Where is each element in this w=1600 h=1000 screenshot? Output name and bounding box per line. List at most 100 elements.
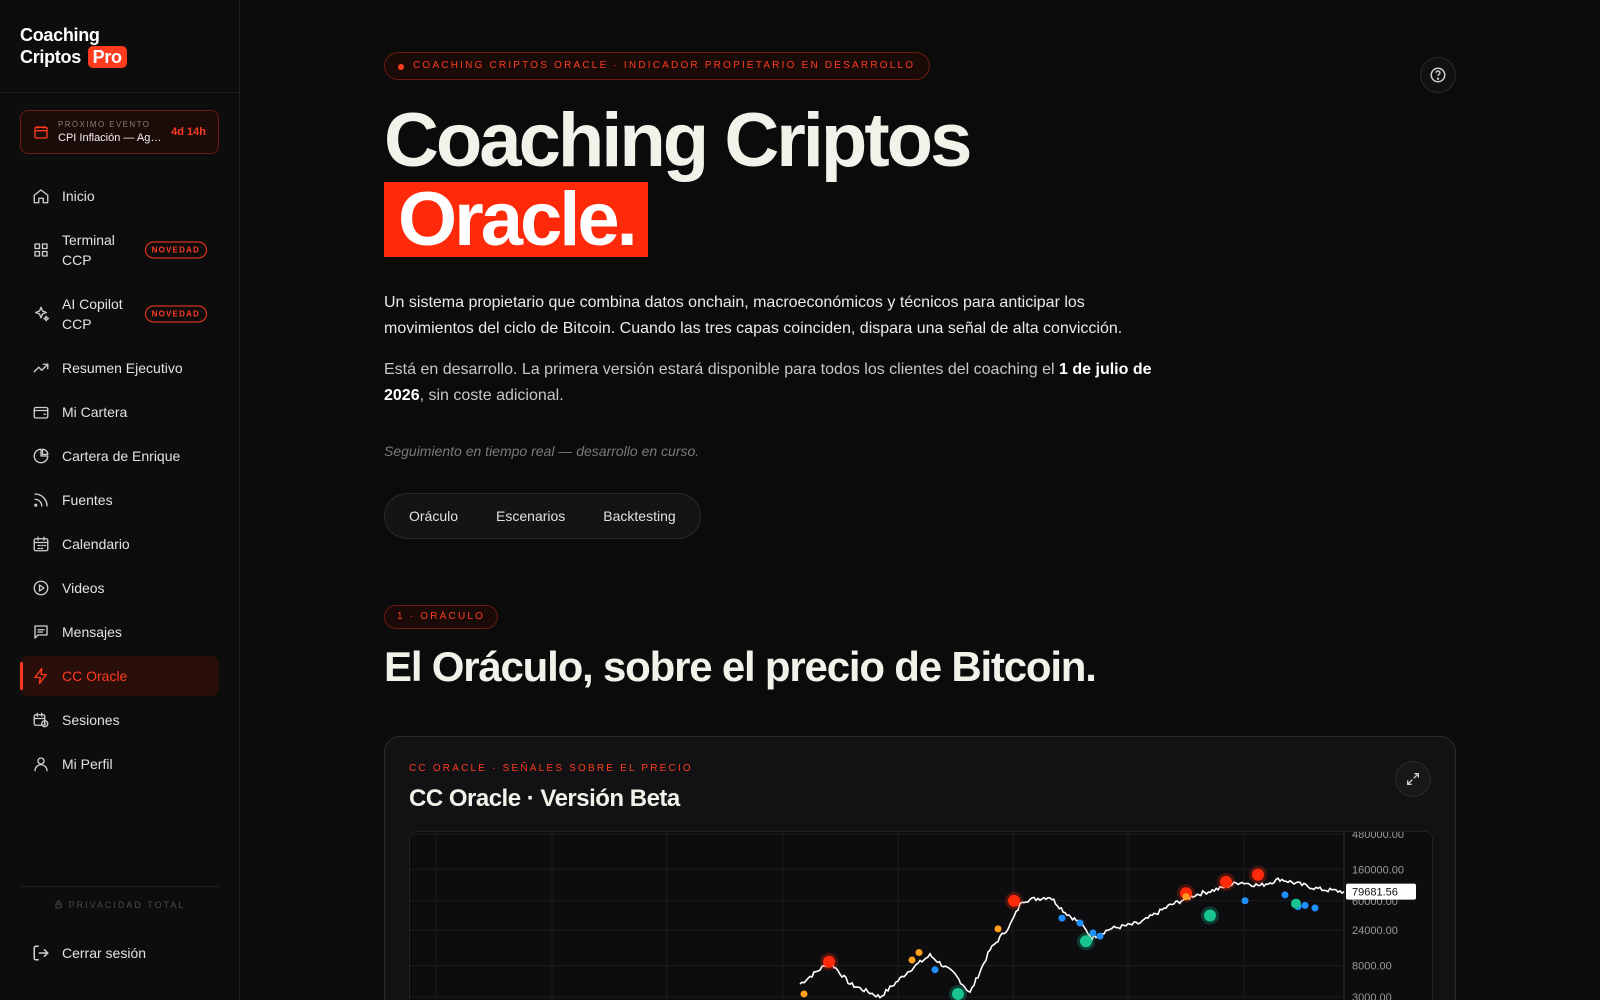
brand-logo[interactable]: Coaching Criptos Pro [20,24,127,68]
page-title-highlight: Oracle. [384,182,648,258]
next-event-label: PRÓXIMO EVENTO [58,120,151,129]
sidebar-item-terminal-ccp[interactable]: Terminal CCP NOVEDAD [20,220,219,280]
sidebar-item-ai-copilot-ccp[interactable]: AI Copilot CCP NOVEDAD [20,284,219,344]
logout-button[interactable]: Cerrar sesión [32,944,146,962]
signal-marker-green[interactable] [1080,935,1092,948]
signal-marker-green[interactable] [952,987,964,1000]
signal-marker-red[interactable] [823,955,835,968]
sidebar-item-label: Mensajes [62,624,122,640]
tab-escenarios[interactable]: Escenarios [482,494,579,538]
sparkles-icon [35,306,50,322]
logout-icon [33,945,49,961]
signal-marker-blue[interactable] [931,966,939,974]
signal-marker-green[interactable] [1291,898,1301,909]
logout-label: Cerrar sesión [62,945,147,961]
sidebar-item-label: Cartera de Enrique [62,448,181,464]
signal-marker-orange[interactable] [994,925,1002,933]
signal-marker-green[interactable] [1204,909,1216,922]
privacy-label: PRIVACIDAD TOTAL [20,900,219,910]
sidebar-item-videos[interactable]: Videos [20,568,219,608]
oracle-chart-card: CC ORACLE · SEÑALES SOBRE EL PRECIO CC O… [384,736,1456,1000]
sidebar-item-label: Terminal CCP [62,232,115,268]
signal-marker-blue[interactable] [1058,914,1066,922]
divider [20,886,219,887]
y-tick-label: 8000.00 [1352,960,1392,972]
divider [0,92,240,93]
privacy-text: PRIVACIDAD TOTAL [68,900,186,910]
expand-icon [1407,773,1419,785]
signal-marker-orange[interactable] [1182,893,1190,901]
expand-button[interactable] [1395,761,1431,797]
help-button[interactable] [1420,57,1456,93]
sidebar-item-mi-perfil[interactable]: Mi Perfil [20,744,219,784]
sidebar-item-label: Mi Cartera [62,404,128,420]
signal-marker-blue[interactable] [1096,932,1104,940]
y-tick-label: 3000.00 [1352,992,1392,1000]
sidebar-item-label: Mi Perfil [62,756,113,772]
rss-icon [34,493,48,507]
signal-marker-blue[interactable] [1281,891,1289,899]
tab-oraculo[interactable]: Oráculo [395,494,472,538]
price-line [799,877,1345,999]
next-event-countdown: 4d 14h [171,126,206,138]
brand-pro-badge: Pro [87,46,127,68]
sidebar-item-label: CC Oracle [62,668,128,684]
sidebar-item-label: Inicio [62,188,95,204]
availability-text-end: , sin coste adicional. [419,387,564,404]
sidebar-item-sesiones[interactable]: Sesiones [20,700,219,740]
user-icon [34,757,48,772]
grid-icon [34,243,48,257]
sidebar-item-label: Resumen Ejecutivo [62,360,183,376]
page-title: Coaching Criptos [384,98,972,183]
y-tick-label: 160000.00 [1352,864,1404,876]
signal-marker-red[interactable] [1220,875,1232,888]
sidebar-item-inicio[interactable]: Inicio [20,176,219,216]
card-caption: CC ORACLE · SEÑALES SOBRE EL PRECIO [409,763,693,774]
card-title: CC Oracle · Versión Beta [409,785,680,812]
sidebar-item-label: Videos [62,580,105,596]
sidebar-item-label: Fuentes [62,492,113,508]
sidebar-item-mi-cartera[interactable]: Mi Cartera [20,392,219,432]
y-tick-label: 24000.00 [1352,925,1398,937]
sidebar-item-fuentes[interactable]: Fuentes [20,480,219,520]
y-tick-label: 480000.00 [1352,832,1404,841]
pie-chart-icon [33,448,49,464]
sidebar-item-calendario[interactable]: Calendario [20,524,219,564]
signal-marker-red[interactable] [1252,868,1264,881]
wallet-icon [33,406,49,419]
signal-marker-blue[interactable] [1311,904,1319,912]
sidebar: Coaching Criptos Pro PRÓXIMO EVENTO CPI … [0,0,240,1000]
section-pill: 1 · ORÁCULO [384,605,499,629]
signal-marker-blue[interactable] [1076,919,1084,927]
signal-marker-blue[interactable] [1301,901,1309,909]
sidebar-item-resumen-ejecutivo[interactable]: Resumen Ejecutivo [20,348,219,388]
new-badge: NOVEDAD [144,241,207,259]
hero-availability: Está en desarrollo. La primera versión e… [384,357,1164,409]
trending-up-icon [33,363,49,373]
play-circle-icon [33,580,49,596]
signal-marker-orange[interactable] [915,948,923,956]
zap-icon [34,667,47,685]
price-chart[interactable]: 480000.00 160000.00 60000.00 24000.00 8000.0… [409,831,1433,1000]
signal-marker-orange[interactable] [800,990,808,998]
help-circle-icon [1430,67,1446,83]
sidebar-item-label: Calendario [62,536,130,552]
calendar-clock-icon [33,712,49,728]
sidebar-item-cc-oracle[interactable]: CC Oracle [20,656,219,696]
signal-marker-red[interactable] [1008,894,1020,907]
sidebar-item-label: Sesiones [62,712,120,728]
brand-line1: Coaching [20,25,100,45]
section-title: El Oráculo, sobre el precio de Bitcoin. [384,643,1097,690]
tab-backtesting[interactable]: Backtesting [589,494,689,538]
price-chart-svg: 480000.00160000.0060000.0024000.008000.0… [410,832,1416,1000]
signal-marker-orange[interactable] [908,956,916,964]
next-event-value: CPI Inflación — Agosto [58,132,163,144]
sidebar-item-mensajes[interactable]: Mensajes [20,612,219,652]
calendar-icon [33,536,49,552]
signal-marker-blue[interactable] [1241,897,1249,905]
brand-line2: Criptos [20,47,81,67]
sidebar-nav: Inicio Terminal CCP NOVEDAD AI Copilot CCP N… [20,176,219,788]
sidebar-item-cartera-de-enrique[interactable]: Cartera de Enrique [20,436,219,476]
next-event-card[interactable]: PRÓXIMO EVENTO CPI Inflación — Agosto 4d… [20,110,219,154]
sidebar-item-label: AI Copilot CCP [62,296,123,332]
